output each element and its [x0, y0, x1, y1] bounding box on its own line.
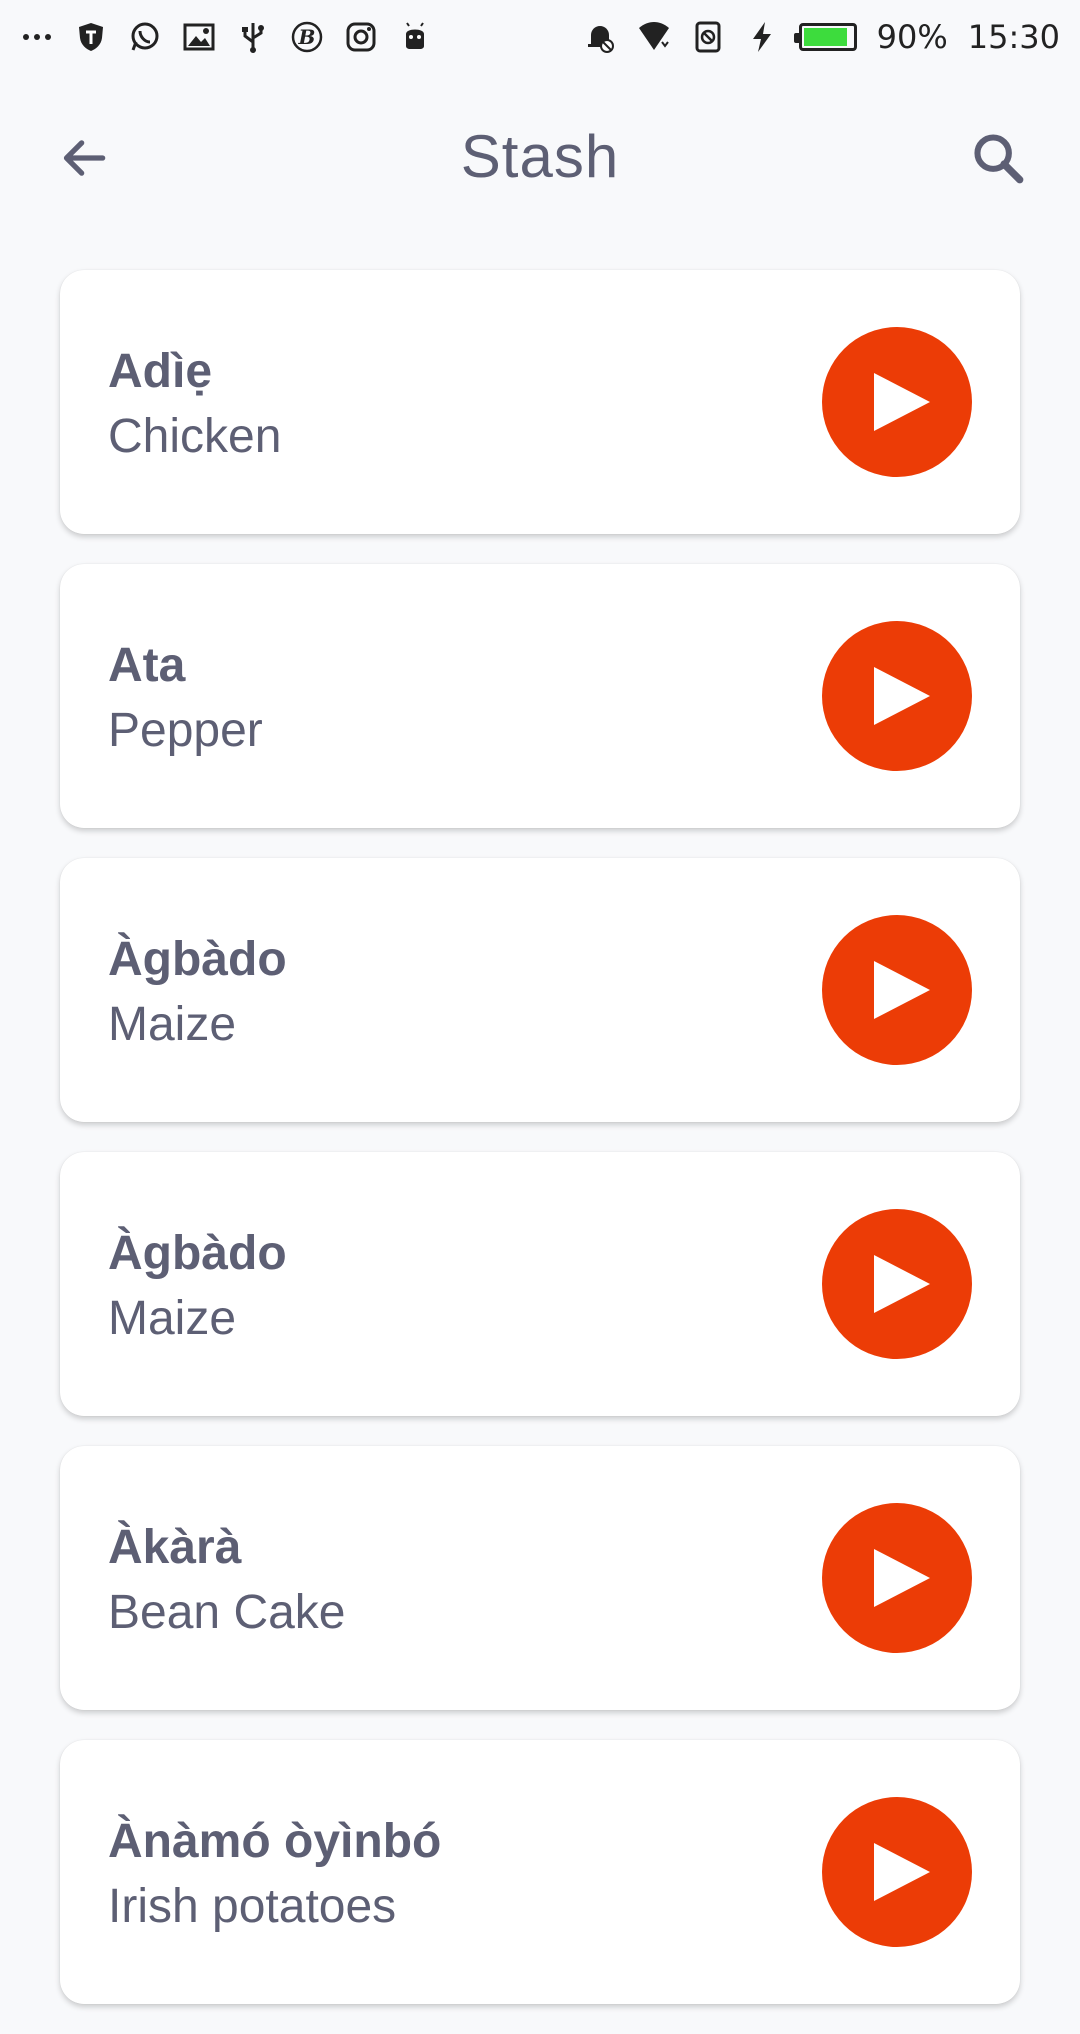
- list-item[interactable]: Àgbàdo Maize: [60, 1152, 1020, 1416]
- english-translation: Pepper: [108, 704, 263, 757]
- play-button[interactable]: [822, 1797, 972, 1947]
- clock: 15:30: [967, 18, 1060, 56]
- play-icon: [874, 1549, 930, 1607]
- yoruba-word: Adìẹ: [108, 345, 213, 398]
- play-icon: [874, 1843, 930, 1901]
- app-bar: Stash: [0, 74, 1080, 244]
- yoruba-word: Àgbàdo: [108, 933, 287, 986]
- more-dots-icon: [20, 20, 54, 54]
- blocked-icon: [691, 20, 725, 54]
- play-icon: [874, 961, 930, 1019]
- charging-bolt-icon: [745, 20, 779, 54]
- list-item[interactable]: Adìẹ Chicken: [60, 270, 1020, 534]
- battery-percent: 90%: [876, 18, 948, 56]
- english-translation: Chicken: [108, 410, 282, 463]
- battery-indicator: [793, 23, 857, 51]
- list-item[interactable]: Ànàmó òyìnbó Irish potatoes: [60, 1740, 1020, 2004]
- wifi-icon: [637, 20, 671, 54]
- list-item[interactable]: Ata Pepper: [60, 564, 1020, 828]
- english-translation: Irish potatoes: [108, 1880, 397, 1933]
- b-circle-icon: B: [290, 20, 324, 54]
- status-bar-left: B: [20, 20, 432, 54]
- yoruba-word: Àkàrà: [108, 1521, 242, 1574]
- play-button[interactable]: [822, 327, 972, 477]
- search-button[interactable]: [966, 126, 1030, 190]
- english-translation: Bean Cake: [108, 1586, 346, 1639]
- android-icon: [398, 20, 432, 54]
- list-item[interactable]: Àgbàdo Maize: [60, 858, 1020, 1122]
- search-icon: [974, 134, 1024, 184]
- yoruba-word: Ata: [108, 639, 186, 692]
- svg-text:B: B: [298, 25, 316, 49]
- list-item[interactable]: Àkàrà Bean Cake: [60, 1446, 1020, 1710]
- play-button[interactable]: [822, 1209, 972, 1359]
- list-item-text: Àgbàdo Maize: [108, 1224, 287, 1354]
- list-item-text: Àkàrà Bean Cake: [108, 1518, 346, 1648]
- instagram-icon: [344, 20, 378, 54]
- english-translation: Maize: [108, 998, 237, 1051]
- alarm-off-icon: [583, 20, 617, 54]
- word-list: Adìẹ Chicken Ata Pepper Àgbàdo Maize Àgb…: [60, 270, 1020, 2034]
- battery-fill: [803, 28, 847, 46]
- play-button[interactable]: [822, 915, 972, 1065]
- play-icon: [874, 667, 930, 725]
- yoruba-word: Àgbàdo: [108, 1227, 287, 1280]
- list-item-text: Ata Pepper: [108, 636, 263, 766]
- whatsapp-icon: [128, 20, 162, 54]
- page-title: Stash: [460, 123, 620, 190]
- list-item-text: Ànàmó òyìnbó Irish potatoes: [108, 1812, 441, 1942]
- status-bar: B 90% 15:30: [0, 0, 1080, 74]
- shield-icon: [74, 20, 108, 54]
- status-bar-right: 90% 15:30: [583, 18, 1060, 56]
- play-button[interactable]: [822, 621, 972, 771]
- list-item-text: Adìẹ Chicken: [108, 342, 281, 472]
- list-item-text: Àgbàdo Maize: [108, 930, 287, 1060]
- english-translation: Maize: [108, 1292, 237, 1345]
- image-icon: [182, 20, 216, 54]
- yoruba-word: Ànàmó òyìnbó: [108, 1815, 442, 1868]
- play-button[interactable]: [822, 1503, 972, 1653]
- play-icon: [874, 1255, 930, 1313]
- play-icon: [874, 373, 930, 431]
- usb-icon: [236, 20, 270, 54]
